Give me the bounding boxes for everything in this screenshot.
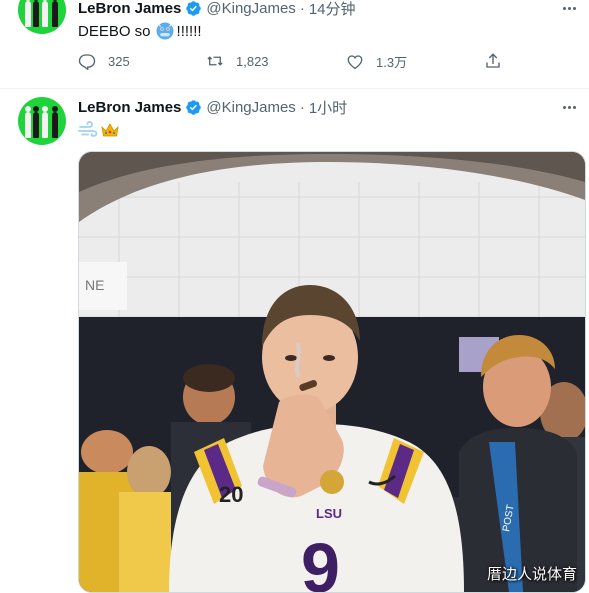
banner-text: NE	[85, 277, 104, 293]
separator: ·	[299, 98, 305, 116]
jersey-text: LSU	[316, 506, 342, 521]
author-name[interactable]: LeBron James	[78, 99, 181, 116]
jersey-shoulder-number: 20	[219, 482, 243, 507]
more-options-icon[interactable]	[559, 0, 579, 18]
photo-image: NE POST 20 LSU 9	[79, 152, 585, 592]
heart-icon	[347, 54, 363, 69]
tweet-text-part: !!!!!!	[176, 22, 202, 40]
tweet-text-part: DEEBO so	[78, 22, 151, 40]
retweet-icon	[207, 56, 223, 66]
verified-badge-icon	[186, 0, 202, 16]
tweet-photo[interactable]: NE POST 20 LSU 9 厝边人说体育	[78, 151, 586, 593]
verified-badge-icon	[186, 99, 202, 115]
like-button[interactable]: 1.3万	[346, 52, 407, 71]
reply-icon	[78, 54, 96, 70]
avatar-figure	[42, 0, 48, 27]
more-options-icon[interactable]	[559, 97, 579, 117]
share-icon	[486, 53, 500, 68]
timestamp[interactable]: 14分钟	[309, 0, 356, 19]
avatar-figure	[52, 106, 58, 138]
tweet-header: LeBron James @KingJames · 1小时	[78, 97, 347, 117]
timestamp[interactable]: 1小时	[309, 97, 347, 118]
avatar-figure	[33, 106, 39, 138]
tweet-text: DEEBO so !!!!!!	[78, 20, 202, 42]
watermark: 厝边人说体育	[486, 566, 577, 583]
avatar[interactable]	[18, 0, 66, 34]
author-handle[interactable]: @KingJames	[206, 99, 295, 116]
tweet-actions: 325 1,823 1.3万	[78, 52, 508, 72]
tweet[interactable]: LeBron James @KingJames · 14分钟 DEEBO so …	[0, 0, 589, 89]
retweet-count: 1,823	[236, 53, 269, 69]
crown-emoji-icon	[101, 123, 119, 137]
avatar[interactable]	[18, 97, 66, 145]
tweet-text	[78, 119, 120, 141]
share-button[interactable]	[484, 52, 502, 70]
author-name[interactable]: LeBron James	[78, 0, 181, 17]
tweet[interactable]: LeBron James @KingJames · 1小时 NE POST 20…	[0, 89, 589, 593]
dash-emoji-icon	[78, 121, 98, 137]
avatar-figure	[25, 106, 31, 138]
separator: ·	[299, 0, 305, 17]
author-handle[interactable]: @KingJames	[206, 0, 295, 17]
like-count: 1.3万	[376, 55, 408, 70]
cold-face-emoji-icon	[156, 22, 174, 40]
avatar-figure	[42, 106, 48, 138]
reply-count: 325	[108, 53, 130, 69]
avatar-figure	[25, 0, 31, 27]
avatar-figure	[33, 0, 39, 27]
retweet-button[interactable]: 1,823	[206, 52, 269, 70]
tweet-header: LeBron James @KingJames · 14分钟	[78, 0, 356, 18]
jersey-number: 9	[301, 529, 340, 592]
reply-button[interactable]: 325	[78, 52, 130, 70]
avatar-figure	[52, 0, 58, 27]
